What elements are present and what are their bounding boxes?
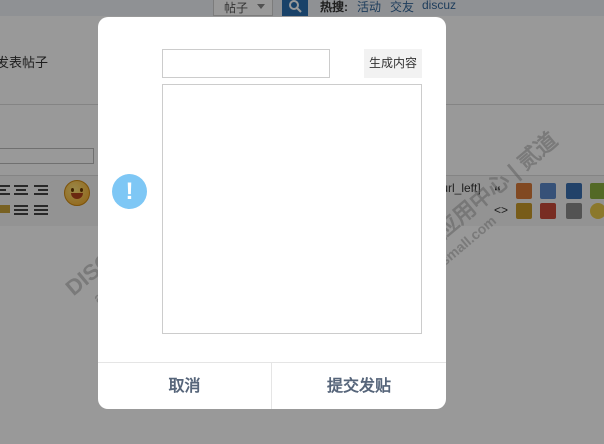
generate-content-button[interactable]: 生成内容 xyxy=(364,49,422,78)
alert-icon: ! xyxy=(112,174,147,209)
title-input[interactable] xyxy=(162,49,330,78)
submit-post-button[interactable]: 提交发贴 xyxy=(272,363,446,409)
modal-footer: 取消 提交发贴 xyxy=(98,362,446,409)
content-textarea[interactable] xyxy=(162,84,422,334)
cancel-button[interactable]: 取消 xyxy=(98,363,272,409)
post-modal: 生成内容 取消 提交发贴 xyxy=(98,17,446,409)
